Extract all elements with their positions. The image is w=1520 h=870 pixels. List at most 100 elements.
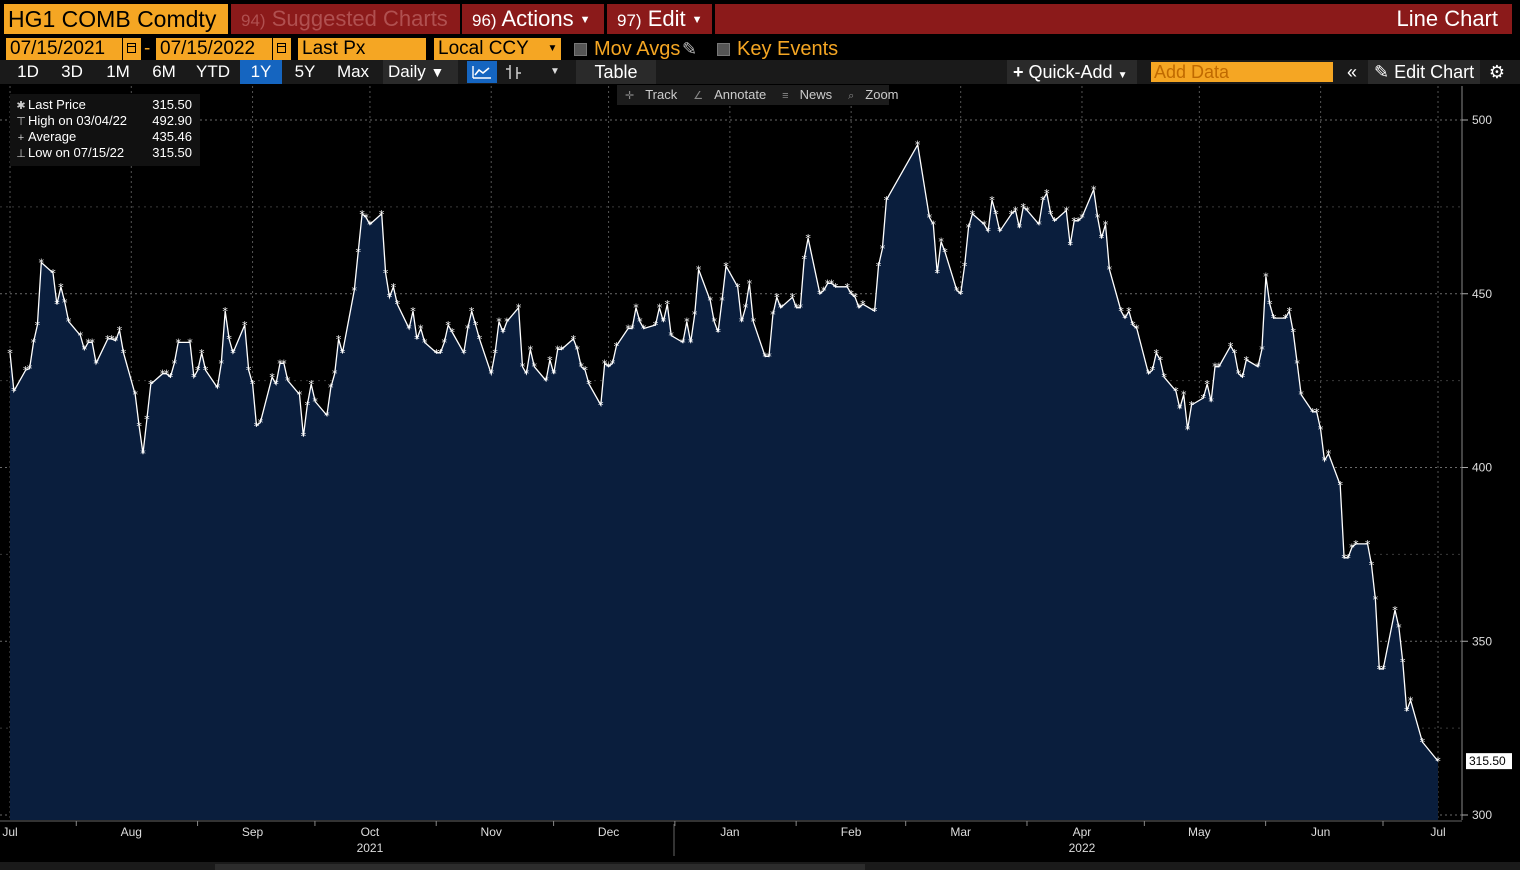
dropdown-arrow-icon[interactable]: ▼	[544, 38, 561, 60]
period-max-button[interactable]: Max	[330, 60, 376, 84]
data-point-marker: *	[148, 378, 154, 391]
legend-avg-label: Average	[28, 129, 77, 144]
data-point-marker: *	[966, 222, 972, 235]
data-point-marker: *	[78, 329, 84, 342]
magnifier-icon: ⌕	[848, 90, 855, 102]
mov-avgs-checkbox[interactable]	[574, 43, 587, 56]
data-point-marker: *	[1161, 371, 1167, 384]
line-chart-icon[interactable]	[467, 61, 497, 83]
bar-chart-icon[interactable]	[501, 61, 527, 83]
mov-avgs-label[interactable]: Mov Avgs	[594, 37, 680, 61]
data-point-marker: *	[751, 316, 757, 329]
scroll-thumb[interactable]	[215, 864, 865, 870]
data-point-marker: *	[1400, 656, 1406, 669]
edit-chart-button[interactable]: ✎ Edit Chart	[1368, 60, 1480, 84]
add-data-input[interactable]	[1151, 62, 1333, 82]
actions-number: 96)	[472, 11, 497, 30]
pencil-icon: ✎	[1374, 62, 1390, 82]
start-date-field[interactable]: 07/15/2021	[6, 38, 122, 60]
suggested-charts-menu[interactable]: 94) Suggested Charts	[231, 4, 460, 34]
data-point-marker: *	[633, 302, 639, 315]
x-tick-label: Aug	[121, 825, 142, 839]
calendar-icon[interactable]	[273, 38, 291, 60]
chart-style-dropdown-icon[interactable]: ▼	[540, 61, 570, 83]
data-point-marker: *	[58, 281, 64, 294]
date-range-separator: -	[144, 38, 151, 59]
quick-add-button[interactable]: + Quick-Add ▼	[1007, 60, 1137, 84]
news-tool[interactable]: ≡ News	[774, 85, 840, 106]
period-1d-button[interactable]: 1D	[10, 60, 46, 84]
data-point-marker: *	[524, 368, 530, 381]
data-point-marker: *	[488, 368, 494, 381]
data-point-marker: *	[391, 281, 397, 294]
data-point-marker: *	[121, 347, 127, 360]
data-point-marker: *	[11, 385, 17, 398]
price-chart[interactable]: * * * * * * * * * * * * * * * * * * * * * * * * * * * * * * * * * * * * * * * *…	[0, 86, 1520, 862]
track-tool[interactable]: ✛ Track	[617, 85, 685, 106]
data-point-marker: *	[422, 336, 428, 349]
edit-menu[interactable]: 97) Edit ▼	[607, 4, 712, 34]
pencil-icon[interactable]: ✎	[682, 37, 697, 61]
data-point-marker: *	[132, 389, 138, 402]
period-1y-button[interactable]: 1Y	[240, 60, 282, 84]
data-point-marker: *	[35, 319, 41, 332]
gear-icon[interactable]: ⚙	[1484, 60, 1510, 84]
period-3d-button[interactable]: 3D	[54, 60, 90, 84]
legend-average: + Average 435.46	[14, 129, 196, 145]
low-marker-icon: ⊥	[16, 148, 26, 160]
data-point-marker: *	[860, 298, 866, 311]
calendar-icon[interactable]	[123, 38, 141, 60]
data-point-marker: *	[532, 361, 538, 374]
table-button[interactable]: Table	[576, 60, 656, 84]
data-point-marker: *	[469, 305, 475, 318]
caret-down-icon: ▼	[1117, 70, 1128, 81]
zoom-tool[interactable]: ⌕ Zoom	[840, 85, 906, 106]
annotate-tool[interactable]: ∠ Annotate	[685, 85, 774, 106]
y-tick-label: 350	[1472, 634, 1492, 648]
data-point-marker: *	[680, 336, 686, 349]
data-point-marker: *	[805, 232, 811, 245]
currency-select[interactable]: Local CCY	[434, 38, 544, 60]
edit-number: 97)	[617, 11, 642, 30]
data-point-marker: *	[528, 343, 534, 356]
data-point-marker: *	[172, 357, 178, 370]
security-ticker[interactable]: HG1 COMB Comdty	[4, 4, 228, 34]
x-tick-label: Jul	[2, 825, 17, 839]
data-point-marker: *	[50, 267, 56, 280]
period-ytd-button[interactable]: YTD	[190, 60, 236, 84]
caret-down-icon: ▼	[430, 64, 445, 80]
data-point-marker: *	[418, 323, 424, 336]
data-point-marker: *	[1095, 211, 1101, 224]
data-point-marker: *	[915, 139, 921, 152]
data-point-marker: *	[242, 319, 248, 332]
data-point-marker: *	[492, 347, 498, 360]
news-label: News	[799, 87, 833, 102]
frequency-select[interactable]: Daily ▼	[383, 60, 458, 84]
data-point-marker: *	[1271, 312, 1277, 325]
last-price-tag: 315.50	[1466, 753, 1512, 770]
data-point-marker: *	[136, 420, 142, 433]
period-5y-button[interactable]: 5Y	[286, 60, 324, 84]
collapse-icon[interactable]: «	[1340, 60, 1364, 84]
data-point-marker: *	[1201, 392, 1207, 405]
data-point-marker: *	[684, 316, 690, 329]
period-1m-button[interactable]: 1M	[98, 60, 138, 84]
data-point-marker: *	[1024, 204, 1030, 217]
x-tick-label: Jun	[1311, 825, 1330, 839]
data-point-marker: *	[222, 305, 228, 318]
key-events-label[interactable]: Key Events	[737, 37, 838, 61]
data-point-marker: *	[657, 302, 663, 315]
data-point-marker: *	[442, 336, 448, 349]
actions-menu[interactable]: 96) Actions ▼	[462, 4, 604, 34]
key-events-checkbox[interactable]	[717, 43, 730, 56]
data-point-marker: *	[1185, 423, 1191, 436]
price-field-select[interactable]: Last Px	[298, 38, 426, 60]
end-date-field[interactable]: 07/15/2022	[156, 38, 272, 60]
data-point-marker: *	[739, 316, 745, 329]
data-point-marker: *	[1064, 204, 1070, 217]
period-6m-button[interactable]: 6M	[144, 60, 184, 84]
data-point-marker: *	[1099, 232, 1105, 245]
data-point-marker: *	[1337, 479, 1343, 492]
data-point-marker: *	[962, 260, 968, 273]
data-point-marker: *	[27, 362, 33, 375]
